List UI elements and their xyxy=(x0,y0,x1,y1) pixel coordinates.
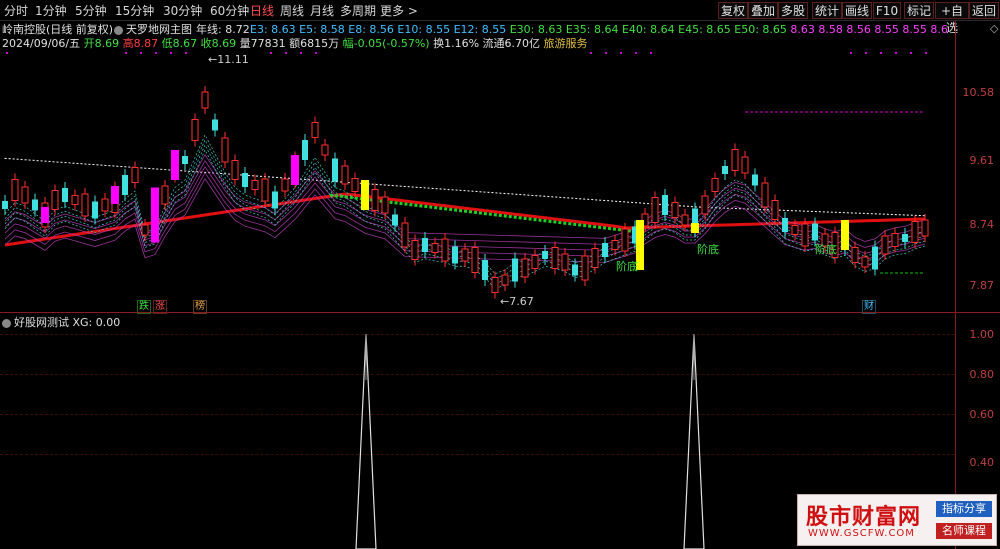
stock-title: 岭南控股(日线 前复权) xyxy=(2,23,114,36)
price-tick-3: 8.74 xyxy=(969,218,995,231)
stage-bottom-label-2: 阶底 xyxy=(697,243,719,256)
ema-value-6: E35: 8.64 xyxy=(565,23,622,36)
signal-marker-finance: 财 xyxy=(862,300,876,314)
site-watermark: 股市财富网 WWW.GSCFW.COM 指标分享 名师课程 xyxy=(797,494,997,546)
restore-rights-button[interactable]: 复权 xyxy=(718,2,748,19)
tab-weekly[interactable]: 周线 xyxy=(280,3,304,19)
add-watchlist-button[interactable]: +自选 xyxy=(935,2,969,35)
ema-value-15: 8.6 xyxy=(930,23,948,36)
signal-marker-list: 榜 xyxy=(193,300,207,314)
stage-bottom-label-1: 阶底 xyxy=(616,260,638,273)
quote-amount: 额6815万 xyxy=(289,37,340,50)
overlay-button[interactable]: 叠加 xyxy=(748,2,778,19)
ema-values: E3: 8.63 E5: 8.58 E8: 8.56 E10: 8.55 E12… xyxy=(250,23,948,37)
draw-line-button[interactable]: 画线 xyxy=(842,2,872,19)
back-button[interactable]: 返回 xyxy=(969,2,999,19)
ema-value-0: E3: 8.63 xyxy=(250,23,300,36)
quote-volume: 量77831 xyxy=(239,37,286,50)
ema-value-10: 8.63 xyxy=(790,23,819,36)
stage-bottom-label-3: 阶底 xyxy=(815,243,837,256)
tab-monthly[interactable]: 月线 xyxy=(310,3,334,19)
indicator-selector[interactable]: 天罗地网主图 xyxy=(114,23,192,37)
tab-more[interactable]: 更多 > xyxy=(380,3,418,19)
tab-60min[interactable]: 60分钟 xyxy=(210,3,249,19)
tab-multi-period[interactable]: 多周期 xyxy=(340,3,376,19)
quote-float: 流通6.70亿 xyxy=(482,37,541,50)
candlestick-chart[interactable] xyxy=(0,50,955,312)
watermark-tag-indicators: 指标分享 xyxy=(936,501,992,517)
price-tick-4: 7.87 xyxy=(969,279,995,292)
f10-button[interactable]: F10 xyxy=(873,2,901,19)
ema-value-11: 8.58 xyxy=(818,23,847,36)
sub-axis-tick-1: 1.00 xyxy=(969,328,995,341)
chevron-down-icon xyxy=(114,25,123,35)
diamond-icon[interactable]: ◇ xyxy=(990,22,998,36)
ema-value-4: E12: 8.55 xyxy=(453,23,510,36)
quote-high: 高8.87 xyxy=(122,37,159,50)
ema-value-3: E10: 8.55 xyxy=(397,23,454,36)
ema-value-12: 8.56 xyxy=(846,23,875,36)
timeframe-toolbar: 分时 1分钟 5分钟 15分钟 30分钟 60分钟 日线 周线 月线 多周期 更… xyxy=(0,0,1000,35)
tab-daily[interactable]: 日线 xyxy=(250,3,274,19)
quote-close: 收8.69 xyxy=(200,37,237,50)
tab-15min[interactable]: 15分钟 xyxy=(115,3,154,19)
tab-5min[interactable]: 5分钟 xyxy=(75,3,107,19)
price-tick-1: 10.58 xyxy=(962,86,995,99)
signal-marker-up: 涨 xyxy=(153,300,167,314)
indicator-name: 天罗地网主图 xyxy=(126,23,192,36)
price-axis-line xyxy=(955,21,956,549)
quote-sector: 旅游服务 xyxy=(543,37,588,50)
ema-value-8: E45: 8.65 xyxy=(678,23,735,36)
quote-turnover: 换1.16% xyxy=(433,37,480,50)
ema-value-7: E40: 8.64 xyxy=(621,23,679,36)
multi-stock-button[interactable]: 多股 xyxy=(778,2,808,19)
watermark-title: 股市财富网 xyxy=(806,505,922,530)
sub-axis-tick-2: 0.80 xyxy=(969,368,995,381)
low-price-label: ←7.67 xyxy=(500,295,534,308)
price-tick-2: 9.61 xyxy=(969,154,995,167)
signal-marker-down: 跌 xyxy=(137,300,151,314)
quote-open: 开8.69 xyxy=(83,37,120,50)
ema-value-13: 8.55 xyxy=(874,23,903,36)
tab-fenshi[interactable]: 分时 xyxy=(4,3,28,19)
quote-date: 2024/09/06/五 xyxy=(2,37,81,50)
quote-low: 低8.67 xyxy=(161,37,198,50)
sub-axis-tick-4: 0.40 xyxy=(969,456,995,469)
ema-value-2: E8: 8.56 xyxy=(348,23,398,36)
sub-axis-tick-3: 0.60 xyxy=(969,408,995,421)
ema-value-1: E5: 8.58 xyxy=(299,23,349,36)
annual-line-value: 年线: 8.72 xyxy=(196,23,250,36)
mark-button[interactable]: 标记 xyxy=(904,2,934,19)
quote-change: 幅-0.05(-0.57%) xyxy=(342,37,430,50)
tab-1min[interactable]: 1分钟 xyxy=(35,3,67,19)
ema-value-9: E50: 8.65 xyxy=(734,23,791,36)
quote-line: 2024/09/06/五 开8.69 高8.87 低8.67 收8.69 量77… xyxy=(2,37,588,51)
statistics-button[interactable]: 统计 xyxy=(812,2,842,19)
watermark-tag-courses: 名师课程 xyxy=(936,523,992,539)
high-price-label: ←11.11 xyxy=(208,53,249,66)
tab-30min[interactable]: 30分钟 xyxy=(163,3,202,19)
ema-value-14: 8.55 xyxy=(902,23,931,36)
watermark-url: WWW.GSCFW.COM xyxy=(808,528,915,539)
ema-value-5: E30: 8.63 xyxy=(509,23,566,36)
